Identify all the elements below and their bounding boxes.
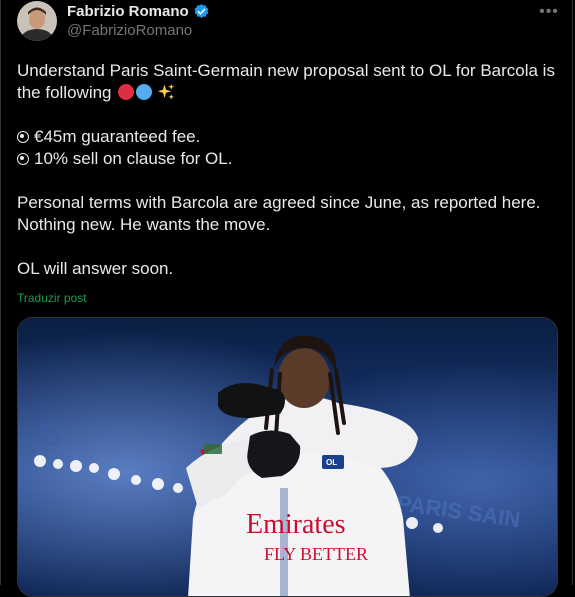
tweet-card[interactable]: Fabrizio Romano @FabrizioRomano ••• Unde… xyxy=(0,0,573,597)
tweet-text: Understand Paris Saint-Germain new propo… xyxy=(17,60,557,280)
bullet-1-text: €45m guaranteed fee. xyxy=(34,127,201,146)
bullet-2-text: 10% sell on clause for OL. xyxy=(34,149,233,168)
tweet-bullet-1: €45m guaranteed fee. xyxy=(17,126,557,148)
tweet-bullet-2: 10% sell on clause for OL. xyxy=(17,148,557,170)
tweet-line-1: Understand Paris Saint-Germain new propo… xyxy=(17,61,555,80)
tweet-line-2: the following xyxy=(17,82,557,104)
radio-bullet-icon xyxy=(17,131,29,143)
radio-bullet-icon xyxy=(17,153,29,165)
shirt-sponsor-text-1: Emirates xyxy=(246,509,346,540)
tweet-para3: OL will answer soon. xyxy=(17,259,174,278)
author-name-row: Fabrizio Romano xyxy=(67,3,210,20)
translate-post-link[interactable]: Traduzir post xyxy=(17,291,87,305)
author-avatar[interactable] xyxy=(17,1,57,41)
tweet-media-photo[interactable]: S PARIS SAIN OL Emirates FLY BETTER xyxy=(17,317,558,597)
author-display-name[interactable]: Fabrizio Romano xyxy=(67,3,189,20)
more-options-button[interactable]: ••• xyxy=(532,2,566,22)
background-text-left: S xyxy=(38,416,61,454)
player-celebration-image: S PARIS SAIN OL Emirates FLY BETTER xyxy=(18,318,557,596)
verified-badge-icon xyxy=(194,4,208,18)
author-handle[interactable]: @FabrizioRomano xyxy=(67,22,192,39)
tweet-line-2-text: the following xyxy=(17,83,112,102)
blue-circle-emoji-icon xyxy=(136,84,153,100)
red-circle-emoji-icon xyxy=(118,84,135,100)
sparkles-emoji-icon xyxy=(157,83,175,100)
tweet-para2-line1: Personal terms with Barcola are agreed s… xyxy=(17,193,541,212)
shirt-sponsor-text-2: FLY BETTER xyxy=(264,544,368,564)
more-icon: ••• xyxy=(539,3,559,20)
avatar-photo xyxy=(17,1,57,41)
svg-text:OL: OL xyxy=(326,458,337,467)
player-head xyxy=(278,348,330,408)
tweet-para2-line2: Nothing new. He wants the move. xyxy=(17,215,271,234)
